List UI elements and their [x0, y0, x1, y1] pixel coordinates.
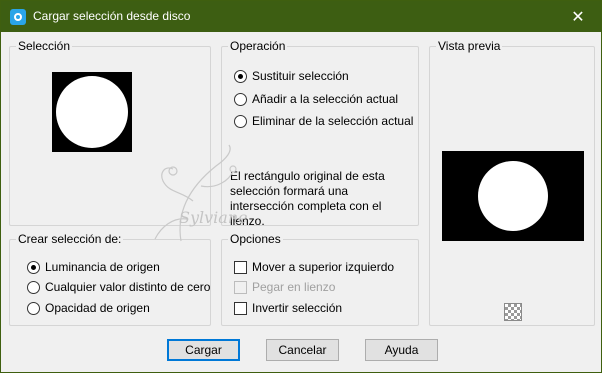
radio-selected-icon: [27, 260, 40, 274]
radio-add-to-selection[interactable]: Añadir a la selección actual: [234, 92, 398, 106]
checkbox-icon: [234, 280, 247, 294]
cancel-button[interactable]: Cancelar: [266, 339, 339, 361]
preview-group: Vista previa: [429, 39, 595, 326]
checkbox-label: Mover a superior izquierdo: [252, 260, 395, 274]
options-group-label: Opciones: [228, 232, 283, 246]
help-button[interactable]: Ayuda: [365, 339, 438, 361]
checkbox-icon: [234, 301, 247, 315]
cancel-button-label: Cancelar: [278, 343, 327, 357]
options-group: Opciones Mover a superior izquierdo Pega…: [221, 232, 419, 326]
radio-unselected-icon: [27, 301, 40, 315]
radio-remove-from-selection[interactable]: Eliminar de la selección actual: [234, 114, 413, 128]
operation-group-label: Operación: [228, 39, 288, 53]
app-icon: [10, 9, 26, 25]
checkbox-label: Pegar en lienzo: [252, 280, 336, 294]
load-selection-dialog: Cargar selección desde disco ✕ Selección…: [0, 0, 602, 373]
radio-source-opacity[interactable]: Opacidad de origen: [27, 301, 150, 315]
selection-group-label: Selección: [16, 39, 73, 53]
transparency-checker-icon[interactable]: [504, 303, 522, 321]
thumbnail-circle: [56, 76, 128, 148]
checkbox-move-top-left[interactable]: Mover a superior izquierdo: [234, 260, 394, 274]
preview-circle: [478, 161, 548, 231]
checkbox-paste-on-canvas: Pegar en lienzo: [234, 280, 335, 294]
help-button-label: Ayuda: [384, 343, 419, 357]
checkbox-invert-selection[interactable]: Invertir selección: [234, 301, 342, 315]
radio-label: Eliminar de la selección actual: [252, 114, 414, 128]
create-selection-group: Crear selección de: Luminancia de origen…: [9, 232, 211, 326]
radio-label: Sustituir selección: [252, 69, 349, 83]
radio-unselected-icon: [234, 92, 247, 106]
selection-thumbnail: [52, 72, 132, 152]
title-bar[interactable]: Cargar selección desde disco ✕: [1, 1, 601, 32]
checkbox-icon: [234, 260, 247, 274]
radio-any-nonzero[interactable]: Cualquier valor distinto de cero: [27, 280, 210, 294]
operation-info-text: El rectángulo original de esta selección…: [230, 169, 385, 228]
preview-group-label: Vista previa: [436, 39, 503, 53]
checkbox-label: Invertir selección: [252, 301, 343, 315]
preview-image: [442, 151, 584, 241]
operation-group: Operación Sustituir selección Añadir a l…: [221, 39, 419, 228]
load-button[interactable]: Cargar: [167, 339, 240, 361]
radio-label: Opacidad de origen: [45, 301, 150, 315]
window-title: Cargar selección desde disco: [33, 9, 191, 23]
close-icon: ✕: [571, 8, 585, 26]
create-selection-group-label: Crear selección de:: [16, 232, 124, 246]
close-button[interactable]: ✕: [555, 1, 601, 32]
selection-group: Selección: [9, 39, 211, 226]
radio-label: Cualquier valor distinto de cero: [45, 280, 211, 294]
radio-replace-selection[interactable]: Sustituir selección: [234, 69, 349, 83]
radio-label: Luminancia de origen: [45, 260, 160, 274]
radio-unselected-icon: [234, 114, 247, 128]
radio-selected-icon: [234, 69, 247, 83]
load-button-label: Cargar: [185, 343, 222, 357]
radio-source-luminance[interactable]: Luminancia de origen: [27, 260, 160, 274]
radio-label: Añadir a la selección actual: [252, 92, 399, 106]
radio-unselected-icon: [27, 280, 40, 294]
